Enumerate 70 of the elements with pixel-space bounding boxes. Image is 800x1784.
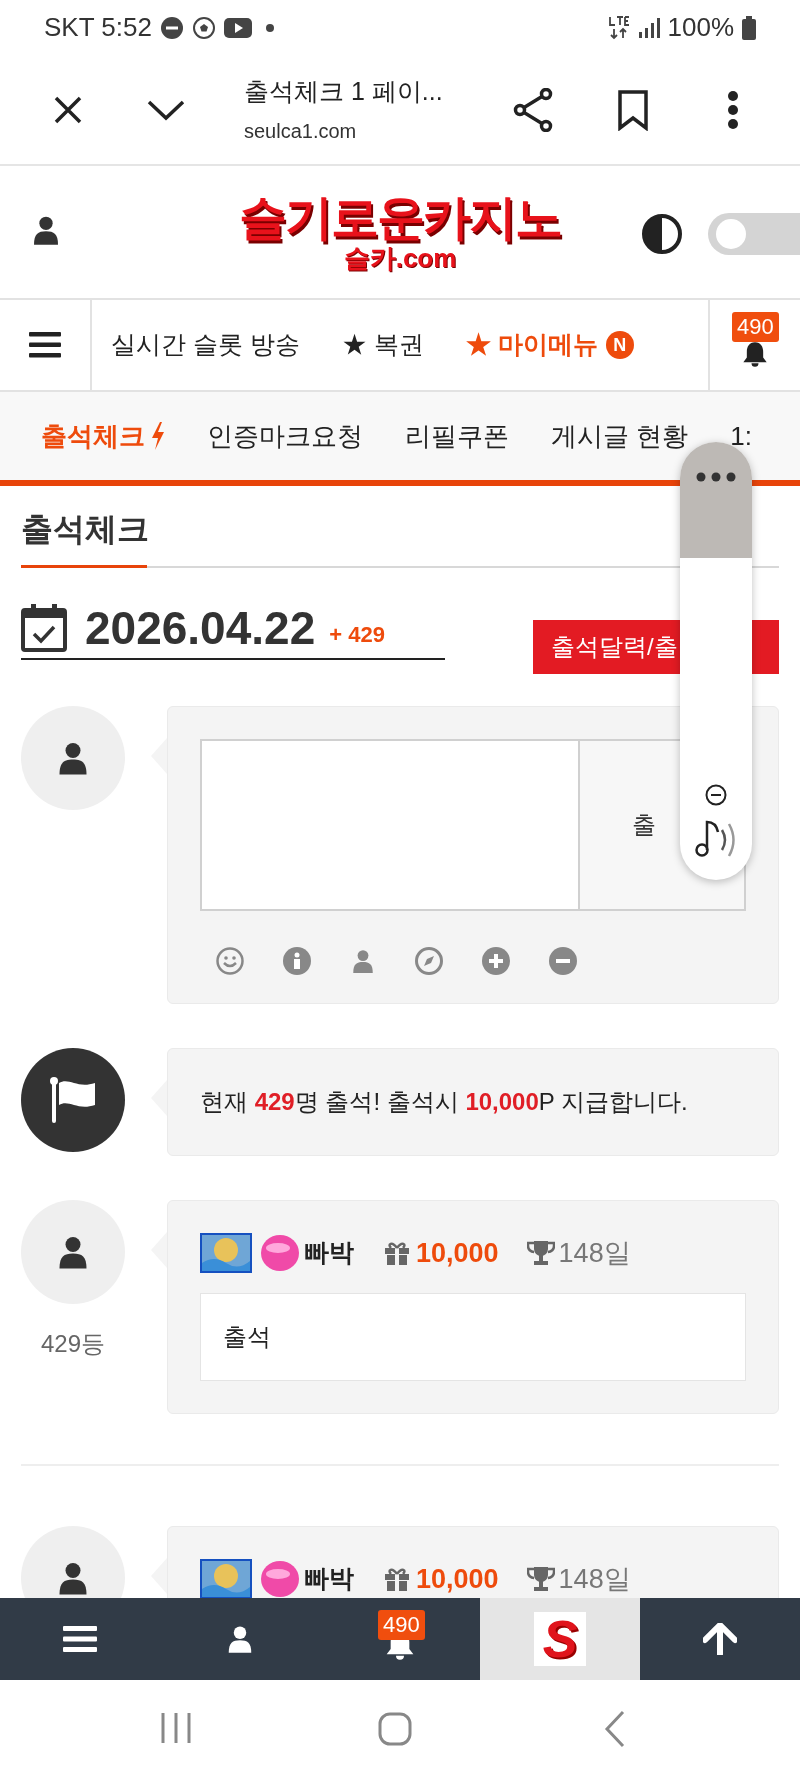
site-logo[interactable]: 슬기로운카지노 — [239, 192, 561, 244]
tab[interactable]: 게시글 현황 — [551, 416, 689, 456]
menu-icon — [29, 332, 61, 358]
arrow-up-icon — [703, 1623, 737, 1655]
back-icon[interactable] — [604, 1710, 626, 1748]
user-name[interactable]: 빠박 — [304, 1234, 354, 1272]
status-time: SKT 5:52 — [44, 11, 152, 44]
rank-label: 429등 — [40, 1329, 105, 1359]
battery-percent: 100% — [667, 11, 734, 44]
close-icon — [53, 94, 83, 125]
soccer-ball-icon — [191, 15, 216, 40]
plus-icon[interactable] — [482, 947, 510, 975]
notification-count: 490 — [378, 1610, 425, 1640]
page-url: seulca1.com — [244, 119, 358, 145]
trophy-icon — [526, 1566, 555, 1592]
trophy-icon — [526, 1240, 555, 1266]
gift-icon — [384, 1567, 410, 1591]
notice-text: 현재 429명 출석! 출석시 10,000P 지급합니다. — [200, 1087, 688, 1117]
points-amount: 10,000 — [416, 1236, 499, 1270]
page-title: 출석체크 1 페이... — [244, 75, 444, 107]
user-name[interactable]: 빠박 — [304, 1560, 354, 1598]
tab[interactable]: 출석체크 — [41, 416, 165, 456]
battery-icon — [742, 15, 756, 40]
home-logo-button[interactable]: S — [480, 1598, 640, 1680]
compass-icon[interactable] — [415, 947, 443, 975]
points-amount: 10,000 — [416, 1562, 499, 1596]
attendance-date: 2026.04.22 — [85, 600, 316, 656]
do-not-disturb-icon — [159, 15, 184, 40]
notifications-button[interactable]: 490 — [320, 1598, 480, 1680]
nav-link[interactable]: 실시간 슬롯 방송 — [111, 326, 300, 364]
smile-icon[interactable] — [216, 947, 244, 975]
menu-icon — [63, 1626, 97, 1652]
user-icon[interactable] — [350, 947, 376, 975]
calendar-icon — [21, 604, 67, 652]
notifications-button[interactable]: 490 — [708, 300, 800, 390]
bell-icon — [741, 339, 769, 369]
nav-link[interactable]: ★ 마이메뉴 N — [465, 326, 634, 364]
section-title: 출석체크 — [21, 505, 147, 568]
more-icon[interactable] — [696, 472, 736, 482]
attendance-days: 148일 — [558, 1558, 631, 1600]
gem-icon — [260, 1234, 300, 1272]
tab[interactable]: 리필쿠폰 — [405, 416, 509, 456]
lightning-icon — [151, 422, 165, 450]
recent-apps-icon[interactable] — [160, 1712, 192, 1744]
message-text: 출석 — [223, 1322, 271, 1352]
share-icon — [513, 87, 553, 132]
site-logo-subtitle: 슬카.com — [343, 244, 457, 272]
theme-toggle[interactable] — [708, 213, 800, 255]
nav-link[interactable]: ★ 복권 — [341, 326, 424, 364]
flag-icon — [49, 1077, 97, 1123]
mobile-data-icon — [607, 14, 630, 41]
level-badge-icon — [200, 1233, 252, 1273]
level-badge-icon — [200, 1559, 252, 1599]
attendance-count: + 429 — [329, 620, 385, 649]
video-play-icon — [223, 16, 252, 39]
notification-count: 490 — [732, 312, 779, 342]
new-badge: N — [605, 331, 634, 359]
signal-icon — [637, 16, 660, 39]
tab[interactable]: 인증마크요청 — [207, 416, 363, 456]
info-icon[interactable] — [283, 947, 311, 975]
chevron-down-icon — [147, 98, 185, 121]
gem-icon — [260, 1560, 300, 1598]
home-icon[interactable] — [378, 1712, 412, 1746]
contrast-icon[interactable] — [641, 213, 683, 255]
attendance-days: 148일 — [558, 1232, 631, 1274]
dot-icon — [265, 23, 274, 32]
minus-icon[interactable] — [549, 947, 577, 975]
more-icon — [727, 90, 739, 129]
bookmark-icon — [617, 88, 649, 131]
gift-icon — [384, 1241, 410, 1265]
